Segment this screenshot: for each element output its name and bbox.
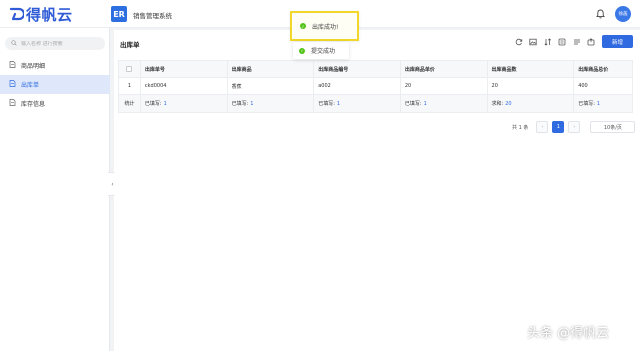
toast-message: 提交成功 <box>311 48 336 55</box>
export-icon[interactable] <box>586 36 597 47</box>
app-logo[interactable]: 得帆云 <box>8 4 73 24</box>
table-cell[interactable]: 香蕉 <box>228 78 315 94</box>
summary-value: 1 <box>596 100 601 107</box>
summary-prefix: 已填写: <box>231 101 249 107</box>
summary-prefix: 求和: <box>491 101 504 107</box>
summary-cell: 已填写: 1 <box>141 95 228 112</box>
pagination: 共 1 条 ‹ 1 › 10条/页 <box>512 121 636 133</box>
next-page-button[interactable]: › <box>568 121 581 133</box>
system-icon[interactable]: ER <box>111 6 127 22</box>
sidebar-item-outbound[interactable]: 出库单 <box>0 75 110 94</box>
current-page-button[interactable]: 1 <box>552 121 565 133</box>
column-header[interactable]: 出库商品单价 <box>401 61 488 77</box>
summary-value: 20 <box>505 100 512 107</box>
sort-icon[interactable] <box>542 36 553 47</box>
page-title: 出库单 <box>120 41 140 49</box>
user-avatar[interactable]: 徐菡 <box>615 6 631 22</box>
sidebar-item-inventory[interactable]: 库存信息 <box>0 94 110 113</box>
column-header[interactable]: 出库单号 <box>141 61 228 77</box>
table-cell[interactable]: 400 <box>574 78 632 94</box>
summary-cell: 求和: 20 <box>488 95 575 112</box>
sidebar-item-label: 出库单 <box>21 82 40 89</box>
select-all-cell[interactable] <box>119 61 141 77</box>
summary-value: 1 <box>250 100 254 107</box>
table-cell[interactable]: 20 <box>401 78 488 94</box>
page-size-select[interactable]: 10条/页 <box>590 121 636 133</box>
bell-icon[interactable] <box>596 9 605 21</box>
column-header[interactable]: 出库商品总价 <box>574 61 632 77</box>
document-icon <box>9 99 16 108</box>
settings-icon[interactable] <box>557 36 568 47</box>
check-circle-icon: ✓ <box>299 47 305 54</box>
sidebar-item-product-detail[interactable]: 商品明细 <box>0 56 110 75</box>
system-title[interactable]: 销售管理系统 <box>133 10 172 20</box>
summary-value: 1 <box>423 100 427 107</box>
success-toast: ✓ 出库成功! <box>290 11 359 41</box>
summary-value: 1 <box>336 100 341 107</box>
column-header[interactable]: 出库商品编号 <box>314 61 401 77</box>
add-button[interactable]: 新增 <box>602 35 633 48</box>
row-index: 1 <box>119 78 141 94</box>
summary-cell: 已填写: 1 <box>228 95 315 112</box>
toast-message: 出库成功! <box>312 23 339 31</box>
logo-text: 得帆云 <box>26 5 73 24</box>
summary-cell: 已填写: 1 <box>574 95 632 112</box>
submit-toast: ✓ 提交成功 <box>293 42 349 59</box>
table-cell[interactable]: a002 <box>314 78 401 94</box>
sidebar-item-label: 库存信息 <box>21 101 46 108</box>
prev-page-button[interactable]: ‹ <box>536 121 549 133</box>
summary-row: 统计 已填写: 1 已填写: 1 已填写: 1 已填写: 1 求和: 20 已填写: 1 <box>119 95 632 112</box>
select-all-checkbox[interactable] <box>126 66 133 72</box>
search-icon <box>11 39 17 48</box>
summary-value: 1 <box>163 100 167 107</box>
logo-mark-icon <box>9 7 24 21</box>
toolbar <box>513 36 600 47</box>
watermark: 头条 @得帆云 <box>527 326 610 341</box>
document-icon <box>9 80 16 89</box>
summary-cell: 已填写: 1 <box>314 95 401 112</box>
summary-prefix: 已填写: <box>404 101 422 107</box>
summary-prefix: 已填写: <box>318 101 335 107</box>
pagination-total: 共 1 条 <box>512 124 529 131</box>
column-header[interactable]: 出库商品 <box>228 61 315 77</box>
column-header[interactable]: 出库商品数 <box>488 61 575 77</box>
outbound-table: 出库单号 出库商品 出库商品编号 出库商品单价 出库商品数 出库商品总价 1 c… <box>118 60 633 113</box>
table-header-row: 出库单号 出库商品 出库商品编号 出库商品单价 出库商品数 出库商品总价 <box>119 61 632 78</box>
document-icon <box>9 61 16 70</box>
main-panel: 出库单 新增 出库单号 出库商品 出库商品编号 出库商品单价 出库商品数 出库商… <box>114 30 640 351</box>
sidebar: 商品明细 出库单 库存信息 <box>0 28 110 351</box>
refresh-icon[interactable] <box>513 36 524 47</box>
summary-label: 统计 <box>119 95 141 112</box>
search-input[interactable] <box>21 40 101 47</box>
table-cell[interactable]: ckd0004 <box>141 78 228 94</box>
summary-prefix: 已填写: <box>578 101 595 107</box>
image-icon[interactable] <box>528 36 539 47</box>
sidebar-item-label: 商品明细 <box>21 63 46 70</box>
table-row[interactable]: 1 ckd0004 香蕉 a002 20 20 400 <box>119 78 632 95</box>
summary-cell: 已填写: 1 <box>401 95 488 112</box>
table-cell[interactable]: 20 <box>488 78 575 94</box>
summary-prefix: 已填写: <box>144 101 162 107</box>
check-circle-icon: ✓ <box>300 23 306 29</box>
columns-icon[interactable] <box>571 36 582 47</box>
sidebar-search[interactable] <box>5 37 105 50</box>
